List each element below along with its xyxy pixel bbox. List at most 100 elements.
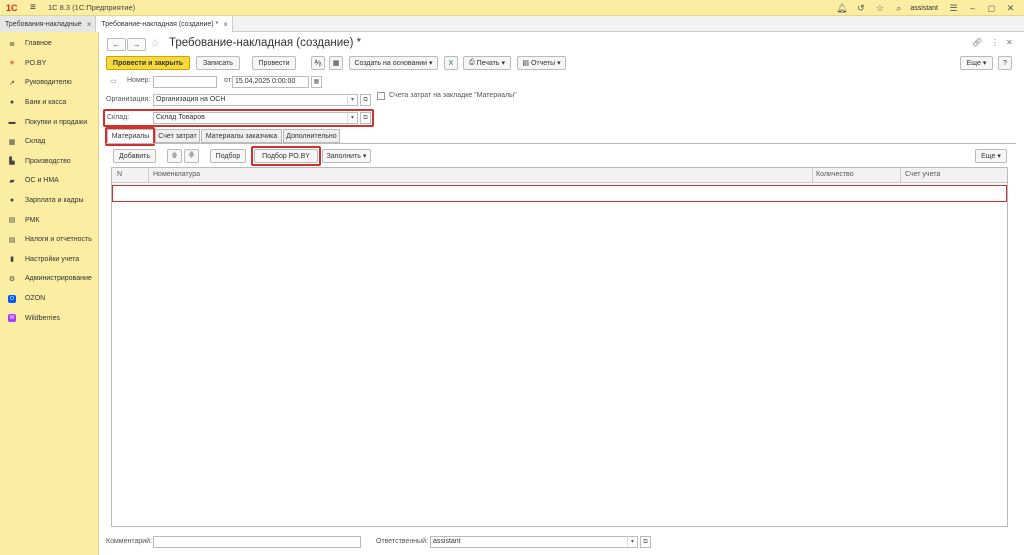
sidebar-item-label: Налоги и отчетность	[25, 236, 92, 244]
comment-input[interactable]	[153, 536, 361, 548]
user-name[interactable]: assistant	[910, 5, 938, 12]
asterisk-icon: ✳	[9, 60, 15, 68]
forward-button[interactable]: →	[127, 38, 146, 51]
warehouse-highlight	[103, 109, 374, 127]
sidebar-item-bank[interactable]: ● Банк и касса	[0, 93, 98, 113]
history-icon[interactable]: ↺	[851, 3, 870, 14]
tab-customer-materials[interactable]: Материалы заказчика	[201, 129, 282, 143]
move-down-icon[interactable]: 🡇	[184, 149, 199, 163]
sidebar-item-assets[interactable]: ▰ ОС и НМА	[0, 171, 98, 191]
accounts-checkbox[interactable]	[377, 92, 385, 100]
coins-icon: ●	[9, 99, 15, 107]
structure-icon[interactable]: ▦	[329, 56, 343, 70]
favorite-star-icon[interactable]: ☆	[150, 37, 160, 50]
sidebar-item-label: OZON	[25, 295, 46, 303]
sidebar-item-label: Настройки учета	[25, 255, 80, 263]
maximize-icon[interactable]: ◻	[982, 3, 1001, 14]
responsible-input[interactable]: assistant ▾	[430, 536, 638, 548]
bell-icon[interactable]: 🔔︎	[832, 3, 851, 14]
back-button[interactable]: ←	[107, 38, 126, 51]
table-more-button[interactable]: Еще ▾	[975, 149, 1007, 163]
table-row[interactable]	[112, 185, 1007, 202]
organization-label: Организация:	[106, 96, 151, 103]
sidebar-item-label: Администрирование	[25, 275, 92, 283]
printer-icon: ⎙	[469, 59, 475, 66]
open-organization-icon[interactable]: ⧉	[360, 94, 371, 106]
sidebar-item-settings[interactable]: ▮ Настройки учета	[0, 250, 98, 270]
organization-input[interactable]: Организация на ОСН ▾	[153, 94, 358, 106]
ozon-icon: O	[8, 294, 16, 303]
sidebar-item-label: Руководителю	[25, 79, 72, 87]
calendar-icon[interactable]: ▦	[311, 76, 322, 88]
gear-icon: ⚙	[8, 275, 16, 283]
link-icon[interactable]: 🔗︎	[972, 38, 982, 47]
open-responsible-icon[interactable]: ⧉	[640, 536, 651, 548]
sidebar-item-warehouse[interactable]: ▦ Склад	[0, 132, 98, 152]
chevron-down-icon[interactable]: ▾	[627, 537, 637, 547]
column-nomenclature[interactable]: Номенклатура	[153, 171, 200, 178]
number-input[interactable]	[153, 76, 217, 88]
more-button[interactable]: Еще ▾	[960, 56, 993, 70]
search-icon[interactable]: ⌕	[889, 3, 908, 14]
column-quantity[interactable]: Количество	[816, 171, 854, 178]
minimize-icon[interactable]: –	[963, 3, 982, 13]
reports-button[interactable]: ▤ Отчеты ▾	[517, 56, 566, 70]
book-icon: ▮	[10, 256, 14, 264]
move-up-icon[interactable]: 🡅	[167, 149, 182, 163]
excel-icon[interactable]: X	[444, 56, 458, 70]
chevron-down-icon[interactable]: ▾	[347, 95, 357, 105]
sidebar-item-label: Wildberries	[25, 314, 61, 322]
sidebar-item-admin[interactable]: ⚙ Администрирование	[0, 269, 98, 289]
date-input[interactable]: 15.04.2025 0:00:00	[232, 76, 309, 88]
close-tab-icon[interactable]: ×	[87, 20, 92, 29]
sidebar-item-sales[interactable]: ▬ Покупки и продажи	[0, 112, 98, 132]
pick-roby-highlight	[251, 146, 321, 166]
pick-button[interactable]: Подбор	[210, 149, 246, 163]
tab-additional[interactable]: Дополнительно	[283, 129, 340, 143]
column-divider	[812, 168, 813, 183]
fill-button[interactable]: Заполнить ▾	[322, 149, 371, 163]
sidebar-item-roby[interactable]: ✳ РО.BY	[0, 54, 98, 74]
close-icon[interactable]: ✕	[1001, 3, 1020, 14]
sidebar-item-salary[interactable]: ● Зарплата и кадры	[0, 191, 98, 211]
post-button[interactable]: Провести	[252, 56, 296, 70]
sidebar-item-production[interactable]: ▙ Производство	[0, 152, 98, 172]
sidebar-item-label: Склад	[25, 138, 46, 146]
tab-cost-account[interactable]: Счет затрат	[155, 129, 200, 143]
materials-table[interactable]: N Номенклатура Количество Счет учета	[111, 167, 1008, 527]
sidebar-item-pos[interactable]: ▤ РМК	[0, 210, 98, 230]
sort-icon[interactable]: ᴬ⁄ᵦ	[311, 56, 325, 70]
fill-label: Заполнить	[326, 152, 361, 160]
print-label: Печать	[476, 59, 500, 67]
number-label: Номер:	[127, 77, 151, 84]
save-button[interactable]: Записать	[196, 56, 240, 70]
post-and-close-button[interactable]: Провести и закрыть	[106, 56, 190, 70]
sidebar-item-main[interactable]: ≣ Главное	[0, 34, 98, 54]
create-based-on-button[interactable]: Создать на основании ▾	[349, 56, 438, 70]
sidebar-item-ozon[interactable]: O OZON	[0, 289, 98, 309]
tab-requirement-create[interactable]: Требование-накладная (создание) * ×	[96, 16, 233, 32]
settings-menu-icon[interactable]: ☰	[944, 3, 963, 14]
column-account[interactable]: Счет учета	[905, 171, 940, 178]
arrow-right-icon: →	[132, 40, 141, 49]
sidebar-item-wildberries[interactable]: W Wildberries	[0, 308, 98, 328]
tab-requirements-list[interactable]: Требования-накладные ×	[0, 16, 97, 32]
trend-icon: ↗	[9, 79, 15, 87]
create-based-label: Создать на основании	[354, 59, 428, 67]
close-form-icon[interactable]: ✕	[1006, 38, 1013, 47]
register-icon: ▤	[8, 217, 16, 225]
organization-value: Организация на ОСН	[156, 96, 226, 103]
responsible-label: Ответственный:	[376, 538, 428, 545]
column-n[interactable]: N	[117, 171, 122, 178]
main-menu-icon[interactable]: ≡	[30, 2, 44, 13]
sidebar-item-label: РМК	[25, 216, 40, 224]
add-button[interactable]: Добавить	[113, 149, 156, 163]
close-tab-icon[interactable]: ×	[223, 20, 228, 29]
sidebar-item-label: Зарплата и кадры	[25, 197, 84, 205]
more-vertical-icon[interactable]: ⋮	[991, 38, 999, 47]
favorites-star-icon[interactable]: ☆	[870, 3, 889, 14]
sidebar-item-taxes[interactable]: ▤ Налоги и отчетность	[0, 230, 98, 250]
print-button[interactable]: ⎙ Печать ▾	[463, 56, 511, 70]
sidebar-item-manager[interactable]: ↗ Руководителю	[0, 73, 98, 93]
help-button[interactable]: ?	[998, 56, 1012, 70]
